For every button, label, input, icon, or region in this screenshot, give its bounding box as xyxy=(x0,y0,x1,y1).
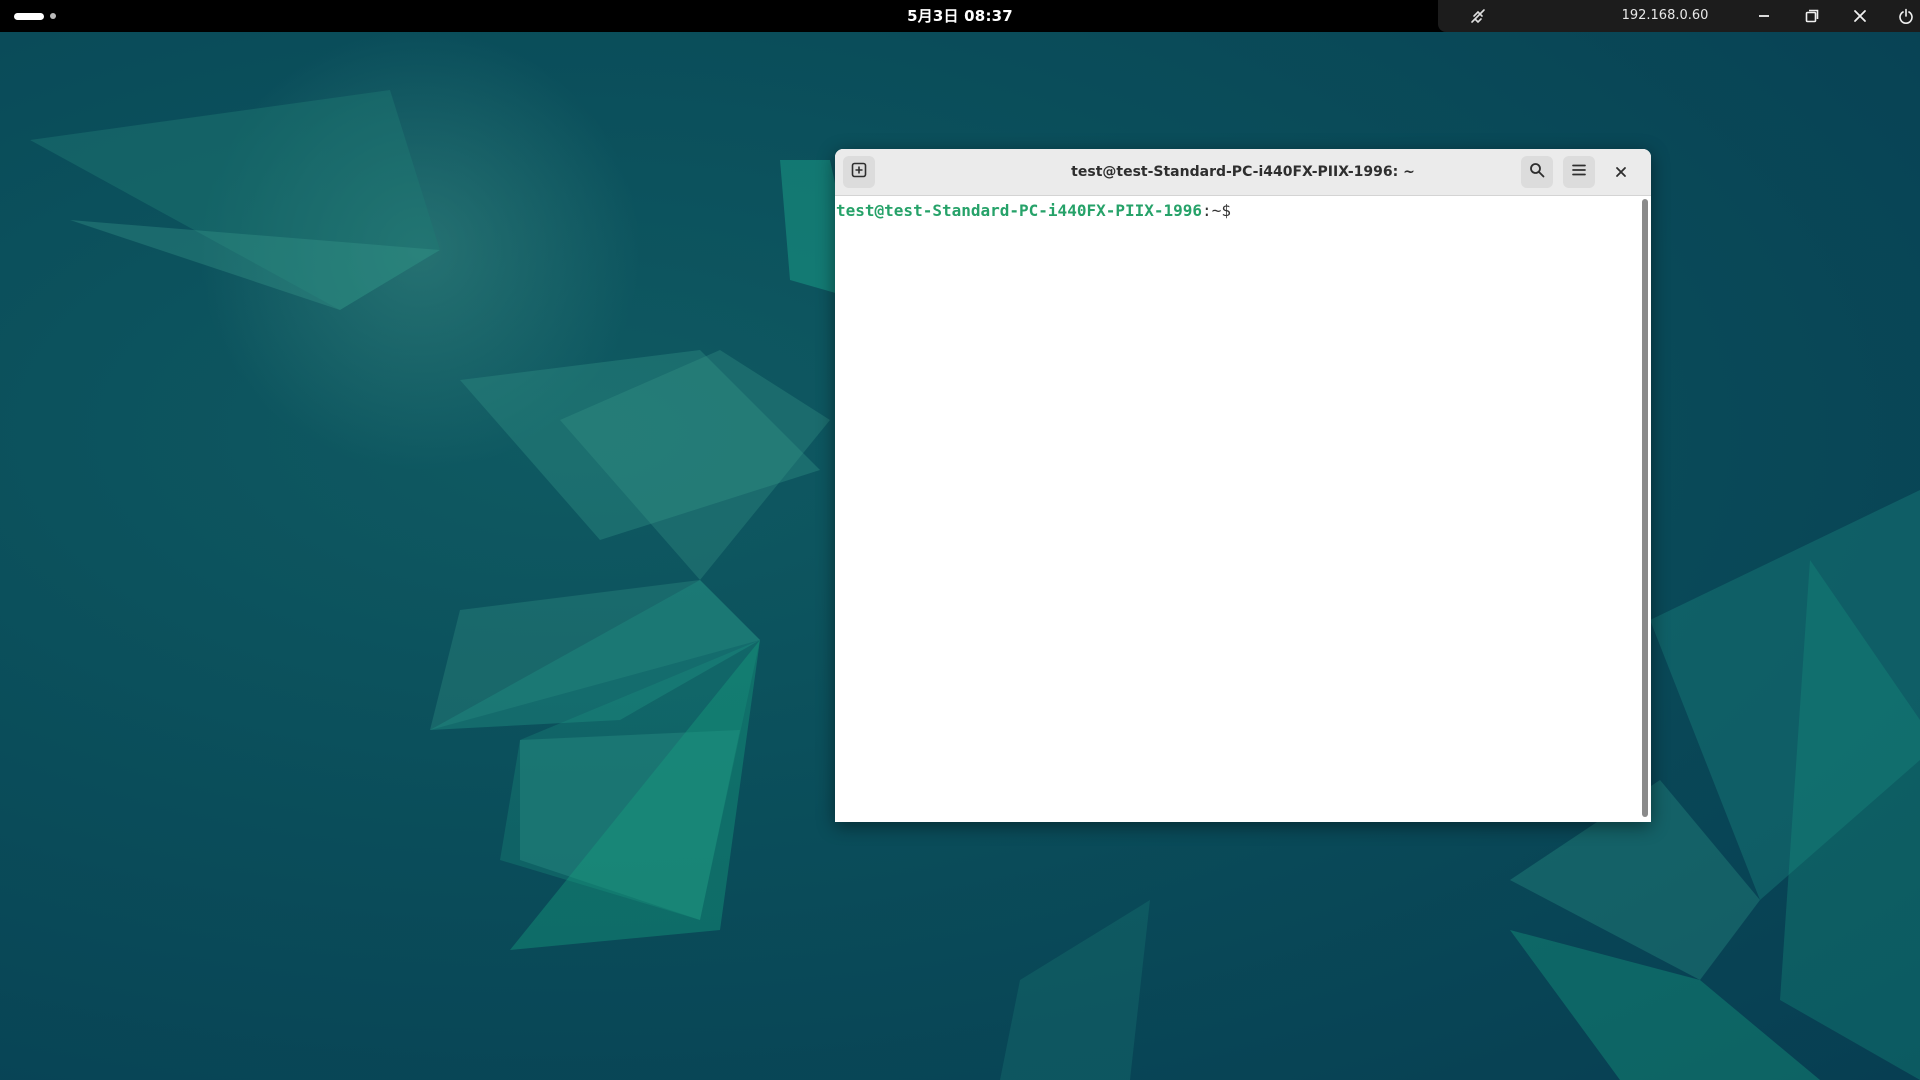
close-window-button[interactable] xyxy=(1611,162,1631,182)
search-icon xyxy=(1529,162,1545,182)
prompt-line: test@test-Standard-PC-i440FX-PIIX-1996:~… xyxy=(836,201,1231,221)
terminal-window[interactable]: test@test-Standard-PC-i440FX-PIIX-1996: … xyxy=(835,149,1651,822)
power-icon[interactable] xyxy=(1896,6,1916,26)
new-tab-button[interactable] xyxy=(843,156,875,188)
prompt-path: ~$ xyxy=(1211,201,1231,220)
window-title: test@test-Standard-PC-i440FX-PIIX-1996: … xyxy=(1071,164,1415,180)
scrollbar-thumb[interactable] xyxy=(1642,199,1648,817)
close-icon xyxy=(1615,163,1627,182)
restore-icon[interactable] xyxy=(1802,6,1822,26)
terminal-headerbar[interactable]: test@test-Standard-PC-i440FX-PIIX-1996: … xyxy=(835,149,1651,196)
disconnect-icon[interactable] xyxy=(1468,6,1488,26)
ip-address: 192.168.0.60 xyxy=(1621,8,1709,23)
close-icon[interactable] xyxy=(1850,6,1870,26)
search-button[interactable] xyxy=(1521,156,1553,188)
new-tab-icon xyxy=(851,162,867,182)
top-bar: 5月3日 08:37 192.168.0.60 xyxy=(0,0,1920,32)
menu-icon xyxy=(1571,162,1587,182)
menu-button[interactable] xyxy=(1563,156,1595,188)
terminal-output[interactable]: test@test-Standard-PC-i440FX-PIIX-1996:~… xyxy=(835,196,1638,822)
terminal-scrollbar[interactable] xyxy=(1638,196,1651,822)
prompt-user-host: test@test-Standard-PC-i440FX-PIIX-1996 xyxy=(836,201,1203,220)
prompt-separator: : xyxy=(1202,201,1212,220)
minimize-icon[interactable] xyxy=(1754,6,1774,26)
